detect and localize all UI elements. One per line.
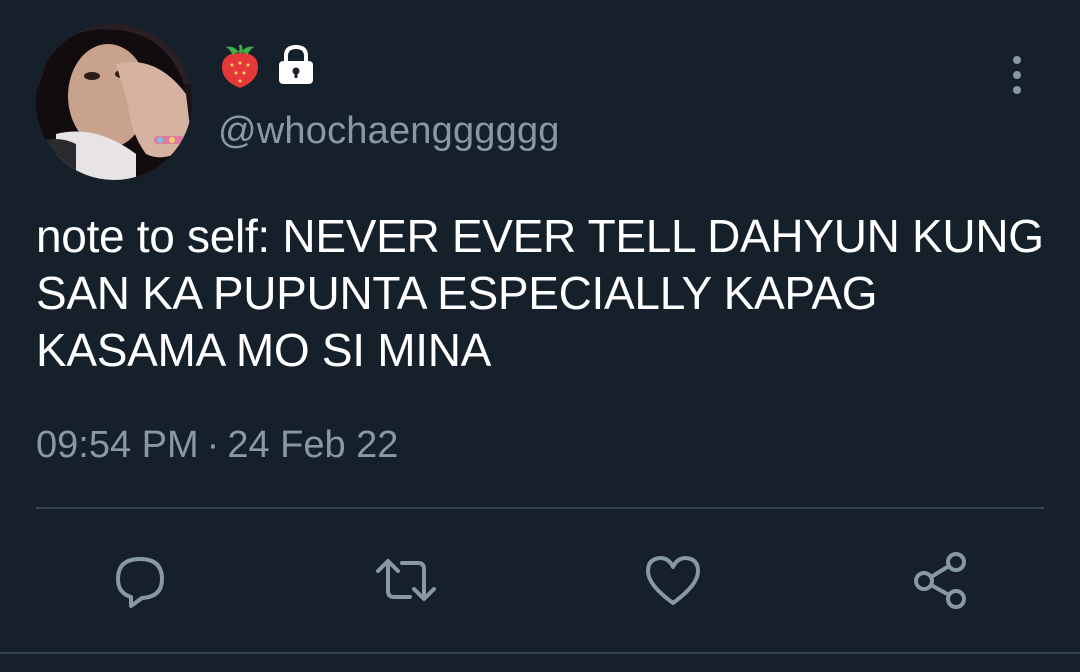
like-icon: [646, 556, 700, 605]
avatar[interactable]: [36, 24, 192, 180]
tweet-time: 09:54 PM: [36, 424, 199, 466]
user-handle[interactable]: @whochaengggggg: [218, 110, 560, 153]
bottom-divider: [0, 652, 1080, 654]
reply-icon: [116, 557, 164, 608]
share-icon: [914, 552, 966, 609]
tweet-timestamp: 09:54 PM · 24 Feb 22: [36, 424, 398, 467]
divider: [36, 507, 1044, 509]
tweet-date: 24 Feb 22: [227, 424, 399, 466]
more-options-icon[interactable]: [1000, 54, 1034, 98]
like-button[interactable]: [641, 548, 705, 612]
tweet-text: note to self: NEVER EVER TELL DAHYUN KUN…: [36, 210, 1044, 376]
meta-separator: ·: [206, 424, 220, 466]
lock-icon: [276, 44, 316, 91]
retweet-button[interactable]: [374, 548, 438, 612]
action-bar: [0, 548, 1080, 612]
retweet-icon: [376, 559, 436, 601]
display-name-icons: [218, 42, 316, 92]
share-button[interactable]: [908, 548, 972, 612]
strawberry-icon: [218, 41, 262, 94]
reply-button[interactable]: [108, 548, 172, 612]
avatar-image: [36, 24, 192, 180]
